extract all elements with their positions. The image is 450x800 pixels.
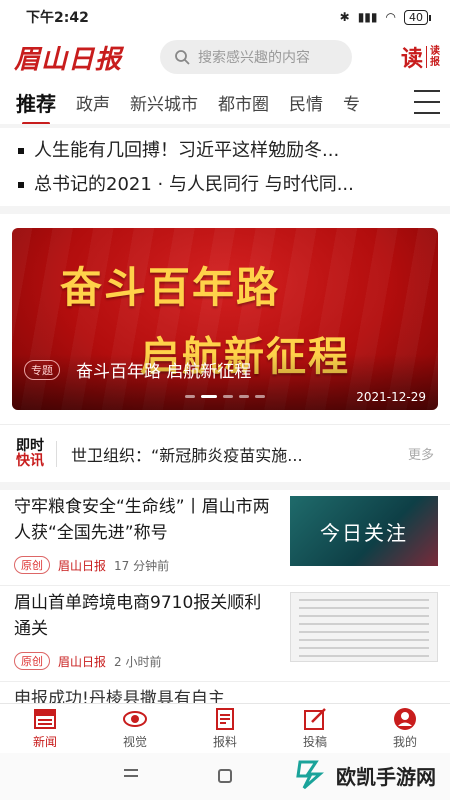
item-meta: 原创 眉山日报 17 分钟前	[14, 556, 169, 574]
channel-tabs: 推荐 政声 新兴城市 都市圈 民情 专	[0, 80, 450, 124]
status-time: 下午2:42	[26, 10, 89, 26]
search-bar[interactable]: 搜索感兴趣的内容	[160, 40, 353, 74]
banner-caption: 奋斗百年路 启航新征程	[76, 362, 252, 382]
watermark: 欧凯手游网	[290, 760, 436, 790]
flash-more-link[interactable]: 更多	[408, 444, 434, 463]
app-header: 眉山日报 搜索感兴趣的内容 读 读报	[0, 34, 450, 80]
tab-new-city[interactable]: 新兴城市	[130, 90, 198, 115]
battery-icon: 40	[404, 9, 431, 25]
tab-report[interactable]: 报料	[180, 704, 270, 753]
banner-section: 奋斗百年路 启航新征程 专题 奋斗百年路 启航新征程 2021-12-29	[0, 214, 450, 424]
tab-public-opinion[interactable]: 民情	[289, 90, 323, 115]
item-thumbnail: 今日关注	[290, 496, 438, 566]
read-paper-button[interactable]: 读 读报	[401, 41, 440, 73]
item-meta: 原创 眉山日报 2 小时前	[14, 652, 161, 670]
tab-metro[interactable]: 都市圈	[218, 90, 269, 115]
read-logo-big: 读	[400, 46, 423, 72]
list-item[interactable]: 申报成功!丹棱县撒具有自主	[0, 682, 450, 703]
item-title: 眉山首单跨境电商9710报关顺利通关	[14, 593, 262, 639]
newspaper-icon	[34, 709, 56, 729]
headline-item[interactable]: 人生能有几回搏！习近平这样勉励冬...	[18, 134, 450, 168]
read-logo-small: 读报	[426, 46, 440, 68]
search-icon	[175, 50, 190, 65]
original-badge: 原创	[14, 652, 50, 670]
item-source: 眉山日报	[58, 558, 107, 573]
tab-zhengsheng[interactable]: 政声	[76, 90, 110, 115]
user-icon	[394, 708, 416, 730]
wifi-icon: ◠	[385, 10, 396, 24]
tab-visual[interactable]: 视觉	[90, 704, 180, 753]
carousel-dots	[185, 395, 265, 398]
home-button[interactable]	[218, 769, 232, 783]
flash-news-bar[interactable]: 即时 快讯 世卫组织：“新冠肺炎疫苗实施... 更多	[0, 424, 450, 482]
item-source: 眉山日报	[58, 654, 107, 669]
app-logo[interactable]: 眉山日报	[14, 39, 122, 76]
item-time: 17 分钟前	[114, 558, 170, 573]
recent-apps-button[interactable]	[124, 769, 138, 781]
flash-badge: 即时 快讯	[16, 437, 44, 469]
item-time: 2 小时前	[114, 654, 162, 669]
banner-carousel[interactable]: 奋斗百年路 启航新征程 专题 奋斗百年路 启航新征程 2021-12-29	[12, 228, 438, 410]
list-item[interactable]: 眉山首单跨境电商9710报关顺利通关 原创 眉山日报 2 小时前	[0, 586, 450, 682]
bluetooth-icon: ✱	[339, 10, 350, 24]
channel-menu-icon[interactable]	[414, 90, 440, 114]
list-item[interactable]: 守牢粮食安全“生命线”丨眉山市两人获“全国先进”称号 原创 眉山日报 17 分钟…	[0, 490, 450, 586]
eye-icon	[123, 711, 147, 727]
edit-icon	[304, 708, 326, 730]
banner-date: 2021-12-29	[356, 390, 426, 404]
signal-icon: ▮▮▮	[357, 10, 378, 24]
status-icons: ✱ ▮▮▮ ◠ 40	[339, 9, 431, 25]
document-icon	[216, 708, 234, 730]
tab-recommend[interactable]: 推荐	[16, 88, 56, 124]
item-title: 守牢粮食安全“生命线”丨眉山市两人获“全国先进”称号	[14, 497, 270, 543]
bottom-tab-bar: 新闻 视觉 报料 投稿 我的	[0, 703, 450, 753]
tab-profile[interactable]: 我的	[360, 704, 450, 753]
tab-news[interactable]: 新闻	[0, 704, 90, 753]
search-placeholder: 搜索感兴趣的内容	[198, 50, 311, 66]
headline-item[interactable]: 总书记的2021 · 与人民同行 与时代同...	[18, 168, 450, 202]
item-title: 申报成功!丹棱县撒具有自主	[14, 689, 225, 703]
news-feed: 守牢粮食安全“生命线”丨眉山市两人获“全国先进”称号 原创 眉山日报 17 分钟…	[0, 490, 450, 703]
banner-tag: 专题	[24, 360, 60, 380]
item-thumbnail	[290, 592, 438, 662]
flash-text[interactable]: 世卫组织：“新冠肺炎疫苗实施...	[71, 442, 371, 466]
tab-special[interactable]: 专	[343, 90, 360, 115]
tab-submit[interactable]: 投稿	[270, 704, 360, 753]
original-badge: 原创	[14, 556, 50, 574]
status-bar: 下午2:42 ✱ ▮▮▮ ◠ 40	[0, 0, 450, 34]
banner-headline-1: 奋斗百年路	[60, 263, 281, 312]
top-headlines: 人生能有几回搏！习近平这样勉励冬... 总书记的2021 · 与人民同行 与时代…	[0, 128, 450, 206]
watermark-logo-icon	[296, 760, 324, 790]
